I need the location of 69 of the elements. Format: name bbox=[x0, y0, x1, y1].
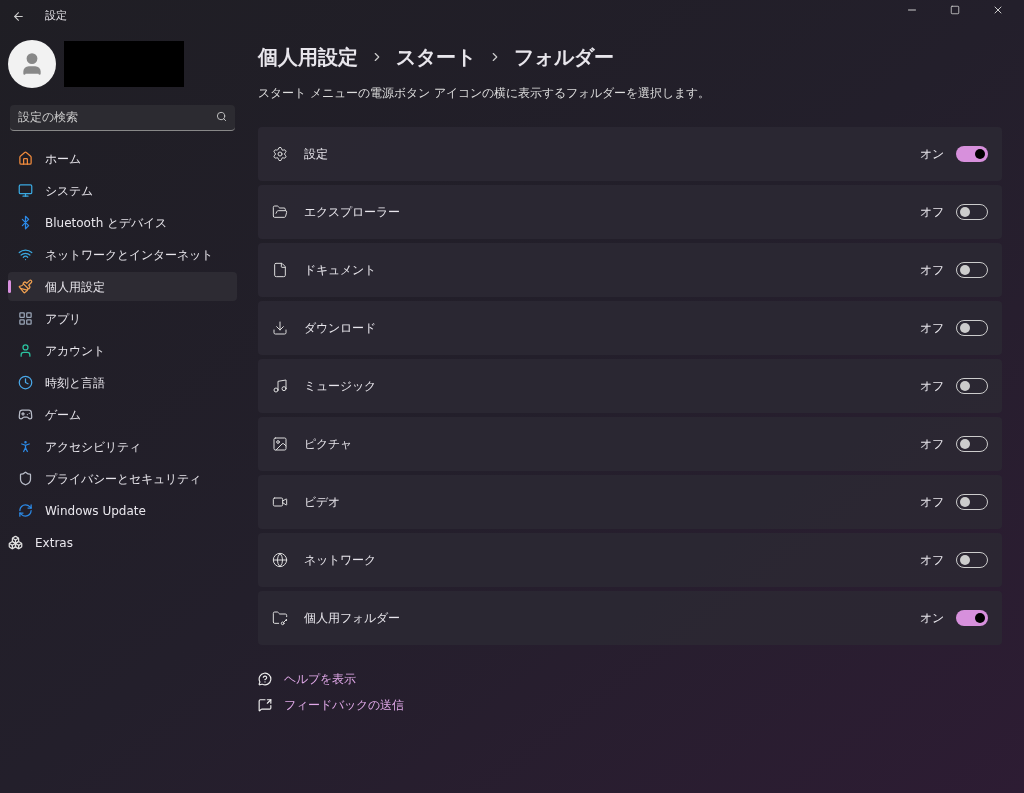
close-icon[interactable] bbox=[992, 4, 1004, 16]
toggle-state: オン bbox=[920, 610, 944, 627]
refresh-icon bbox=[18, 503, 33, 518]
toggle-state: オン bbox=[920, 146, 944, 163]
gear-icon bbox=[272, 146, 288, 162]
nav-item[interactable]: ホーム bbox=[8, 144, 237, 173]
row-label: ピクチャ bbox=[304, 436, 353, 453]
picture-icon bbox=[272, 436, 288, 452]
nav-item[interactable]: 個人用設定 bbox=[8, 272, 237, 301]
feedback-icon bbox=[258, 698, 272, 712]
row-label: ドキュメント bbox=[304, 262, 377, 279]
accessibility-icon bbox=[18, 439, 33, 454]
user-folder-icon bbox=[272, 610, 288, 626]
row-label: ビデオ bbox=[304, 494, 341, 511]
globe-icon bbox=[272, 552, 288, 568]
row-label: 個人用フォルダー bbox=[304, 610, 401, 627]
person-icon bbox=[18, 343, 33, 358]
toggle-state: オフ bbox=[920, 552, 944, 569]
toggle-state: オフ bbox=[920, 378, 944, 395]
nav-item[interactable]: アクセシビリティ bbox=[8, 432, 237, 461]
folder-icon bbox=[272, 204, 288, 220]
nav-item[interactable]: Windows Update bbox=[8, 496, 237, 525]
download-icon bbox=[272, 320, 288, 336]
nav-item[interactable]: ゲーム bbox=[8, 400, 237, 429]
apps-icon bbox=[18, 311, 33, 326]
link[interactable]: フィードバックの送信 bbox=[284, 696, 404, 714]
wifi-icon bbox=[18, 247, 33, 262]
window-title: 設定 bbox=[45, 7, 67, 24]
toggle-switch[interactable] bbox=[956, 610, 988, 626]
music-note-icon bbox=[272, 378, 288, 394]
breadcrumb-item[interactable]: 個人用設定 bbox=[258, 42, 358, 72]
nav-item[interactable]: システム bbox=[8, 176, 237, 205]
row-label: ミュージック bbox=[304, 378, 377, 395]
nav-item[interactable]: Extras bbox=[8, 528, 237, 557]
toggle-state: オフ bbox=[920, 436, 944, 453]
search-field[interactable]: 設定の検索 bbox=[10, 104, 235, 131]
brush-icon bbox=[18, 279, 33, 294]
description: スタート メニューの電源ボタン アイコンの横に表示するフォルダーを選択します。 bbox=[258, 85, 711, 102]
nav-item[interactable]: Bluetooth とデバイス bbox=[8, 208, 237, 237]
home-icon bbox=[18, 151, 33, 166]
monitor-icon bbox=[18, 183, 33, 198]
toggle-state: オフ bbox=[920, 204, 944, 221]
clock-icon bbox=[18, 375, 33, 390]
nav-item[interactable]: プライバシーとセキュリティ bbox=[8, 464, 237, 493]
toggle-state: オフ bbox=[920, 494, 944, 511]
link[interactable]: ヘルプを表示 bbox=[284, 670, 356, 688]
shield-icon bbox=[18, 471, 33, 486]
toggle-state: オフ bbox=[920, 262, 944, 279]
row-label: ネットワーク bbox=[304, 552, 377, 569]
back-icon[interactable] bbox=[12, 9, 25, 23]
toggle-state: オフ bbox=[920, 320, 944, 337]
gamepad-icon bbox=[18, 407, 33, 422]
breadcrumb-item[interactable]: スタート bbox=[396, 42, 476, 72]
avatar bbox=[8, 40, 56, 88]
row-label: エクスプローラー bbox=[304, 204, 401, 221]
nav-item[interactable]: ネットワークとインターネット bbox=[8, 240, 237, 269]
maximize-icon[interactable] bbox=[950, 5, 960, 15]
nav-item[interactable]: アカウント bbox=[8, 336, 237, 365]
breadcrumb-item: フォルダー bbox=[514, 44, 614, 71]
row-label: ダウンロード bbox=[304, 320, 377, 337]
help-icon bbox=[258, 672, 272, 686]
toggle-switch[interactable] bbox=[956, 146, 988, 162]
document-icon bbox=[272, 262, 288, 278]
row-label: 設定 bbox=[304, 146, 329, 163]
extras-icon bbox=[8, 535, 23, 550]
nav-item[interactable]: アプリ bbox=[8, 304, 237, 333]
video-camera-icon bbox=[272, 494, 288, 510]
nav-item[interactable]: 時刻と言語 bbox=[8, 368, 237, 397]
search-icon bbox=[216, 111, 227, 122]
